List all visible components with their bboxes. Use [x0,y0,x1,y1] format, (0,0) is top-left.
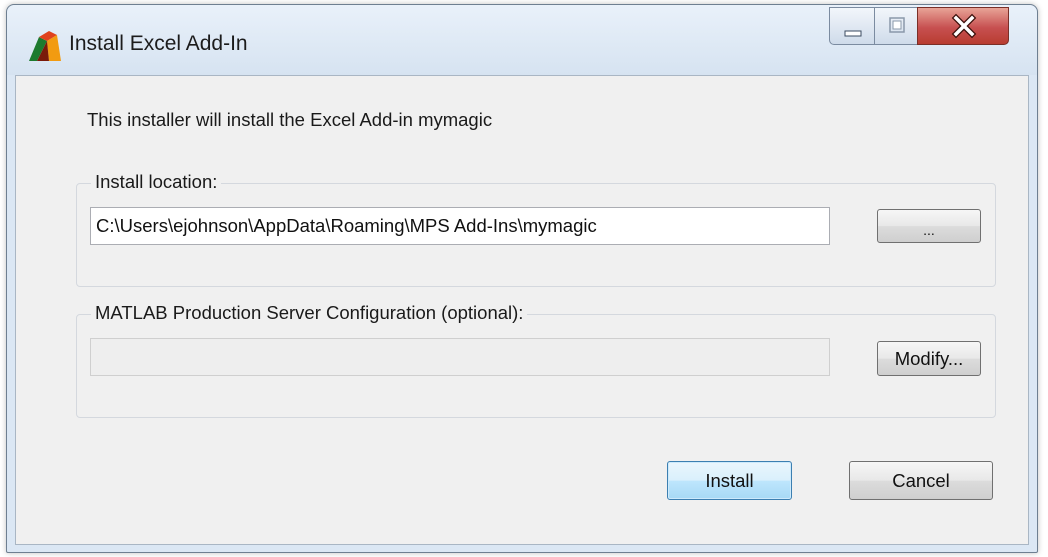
install-path-input[interactable]: C:\Users\ejohnson\AppData\Roaming\MPS Ad… [90,207,830,245]
server-config-input [90,338,830,376]
minimize-button[interactable] [829,7,875,45]
install-location-group: Install location: C:\Users\ejohnson\AppD… [76,171,996,287]
server-config-label: MATLAB Production Server Configuration (… [91,302,528,324]
close-button[interactable] [917,7,1009,45]
dialog-client-area: This installer will install the Excel Ad… [15,75,1029,545]
minimize-icon [844,30,862,37]
title-bar[interactable]: Install Excel Add-In [7,5,1037,75]
matlab-icon [29,31,61,61]
install-button[interactable]: Install [667,461,792,500]
close-icon [951,13,977,39]
cancel-button[interactable]: Cancel [849,461,993,500]
maximize-icon [889,17,905,33]
browse-button[interactable]: ... [877,209,981,243]
modify-button[interactable]: Modify... [877,341,981,376]
window-title: Install Excel Add-In [69,32,248,55]
intro-text: This installer will install the Excel Ad… [87,109,493,130]
server-config-group: MATLAB Production Server Configuration (… [76,302,996,418]
installer-window: Install Excel Add-In This installer will… [6,4,1038,553]
install-location-label: Install location: [91,171,222,193]
maximize-button[interactable] [874,7,918,45]
